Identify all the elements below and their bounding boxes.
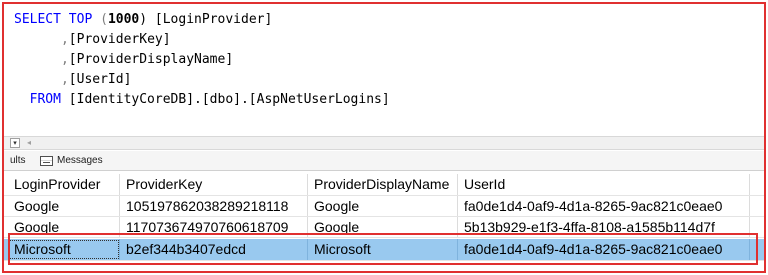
comma: , <box>60 52 69 67</box>
comma: , <box>60 72 69 87</box>
table-row[interactable]: Google 117073674970760618709 Google 5b13… <box>4 217 764 238</box>
table-row-selected[interactable]: Microsoft b2ef344b3407edcd Microsoft fa0… <box>4 239 764 261</box>
grid-cell[interactable]: fa0de1d4-0af9-4d1a-8265-9ac821c0eae0 <box>458 196 750 216</box>
code-text: [ProviderKey] <box>68 32 171 47</box>
scroll-left-arrow-icon[interactable]: ◂ <box>24 137 34 149</box>
code-text: [ProviderDisplayName] <box>68 52 234 67</box>
code-text: ) [LoginProvider] <box>139 12 273 27</box>
paren-open: ( <box>92 12 108 27</box>
grid-cell[interactable]: Google <box>8 196 120 216</box>
column-header-providerdisplayname[interactable]: ProviderDisplayName <box>308 174 458 195</box>
table-row[interactable]: Google 105197862038289218118 Google fa0d… <box>4 196 764 217</box>
column-header-providerkey[interactable]: ProviderKey <box>120 174 308 195</box>
top-count: 1000 <box>107 12 140 27</box>
grid-cell[interactable]: 5b13b929-e1f3-4ffa-8108-a1585b114d7f <box>458 217 750 237</box>
code-line-4: ,[UserId] <box>14 70 131 90</box>
tab-messages[interactable]: Messages <box>40 151 103 171</box>
tab-messages-label: Messages <box>57 155 103 166</box>
grid-cell[interactable]: Microsoft <box>308 239 458 260</box>
column-header-userid[interactable]: UserId <box>458 174 750 195</box>
grid-cell[interactable]: fa0de1d4-0af9-4d1a-8265-9ac821c0eae0 <box>458 239 750 260</box>
tab-results[interactable]: ults <box>10 151 26 171</box>
grid-cell[interactable]: Google <box>308 217 458 237</box>
code-line-5: FROM [IdentityCoreDB].[dbo].[AspNetUserL… <box>14 90 390 110</box>
grid-cell[interactable]: Google <box>308 196 458 216</box>
results-grid[interactable]: LoginProvider ProviderKey ProviderDispla… <box>4 172 764 271</box>
grid-cell[interactable]: 105197862038289218118 <box>120 196 308 216</box>
sql-editor[interactable]: SELECT TOP (1000) [LoginProvider] ,[Prov… <box>4 4 764 130</box>
code-line-2: ,[ProviderKey] <box>14 30 171 50</box>
code-text: [IdentityCoreDB].[dbo].[AspNetUserLogins… <box>60 92 390 107</box>
column-header-loginprovider[interactable]: LoginProvider <box>8 174 120 195</box>
zoom-dropdown[interactable]: ▾ <box>10 138 20 148</box>
keyword-select-top: SELECT TOP <box>14 12 93 27</box>
grid-cell[interactable]: Google <box>8 217 120 237</box>
results-tab-strip: ults Messages <box>4 151 764 171</box>
horizontal-scrollbar[interactable]: ▾ ◂ <box>4 136 764 150</box>
code-line-1: SELECT TOP (1000) [LoginProvider] <box>14 10 272 30</box>
grid-cell[interactable]: 117073674970760618709 <box>120 217 308 237</box>
messages-icon <box>40 156 53 166</box>
comma: , <box>60 32 69 47</box>
grid-header-row: LoginProvider ProviderKey ProviderDispla… <box>4 174 764 196</box>
code-text: [UserId] <box>68 72 132 87</box>
grid-cell[interactable]: Microsoft <box>8 239 120 260</box>
code-line-3: ,[ProviderDisplayName] <box>14 50 233 70</box>
grid-cell[interactable]: b2ef344b3407edcd <box>120 239 308 260</box>
keyword-from: FROM <box>29 92 61 107</box>
